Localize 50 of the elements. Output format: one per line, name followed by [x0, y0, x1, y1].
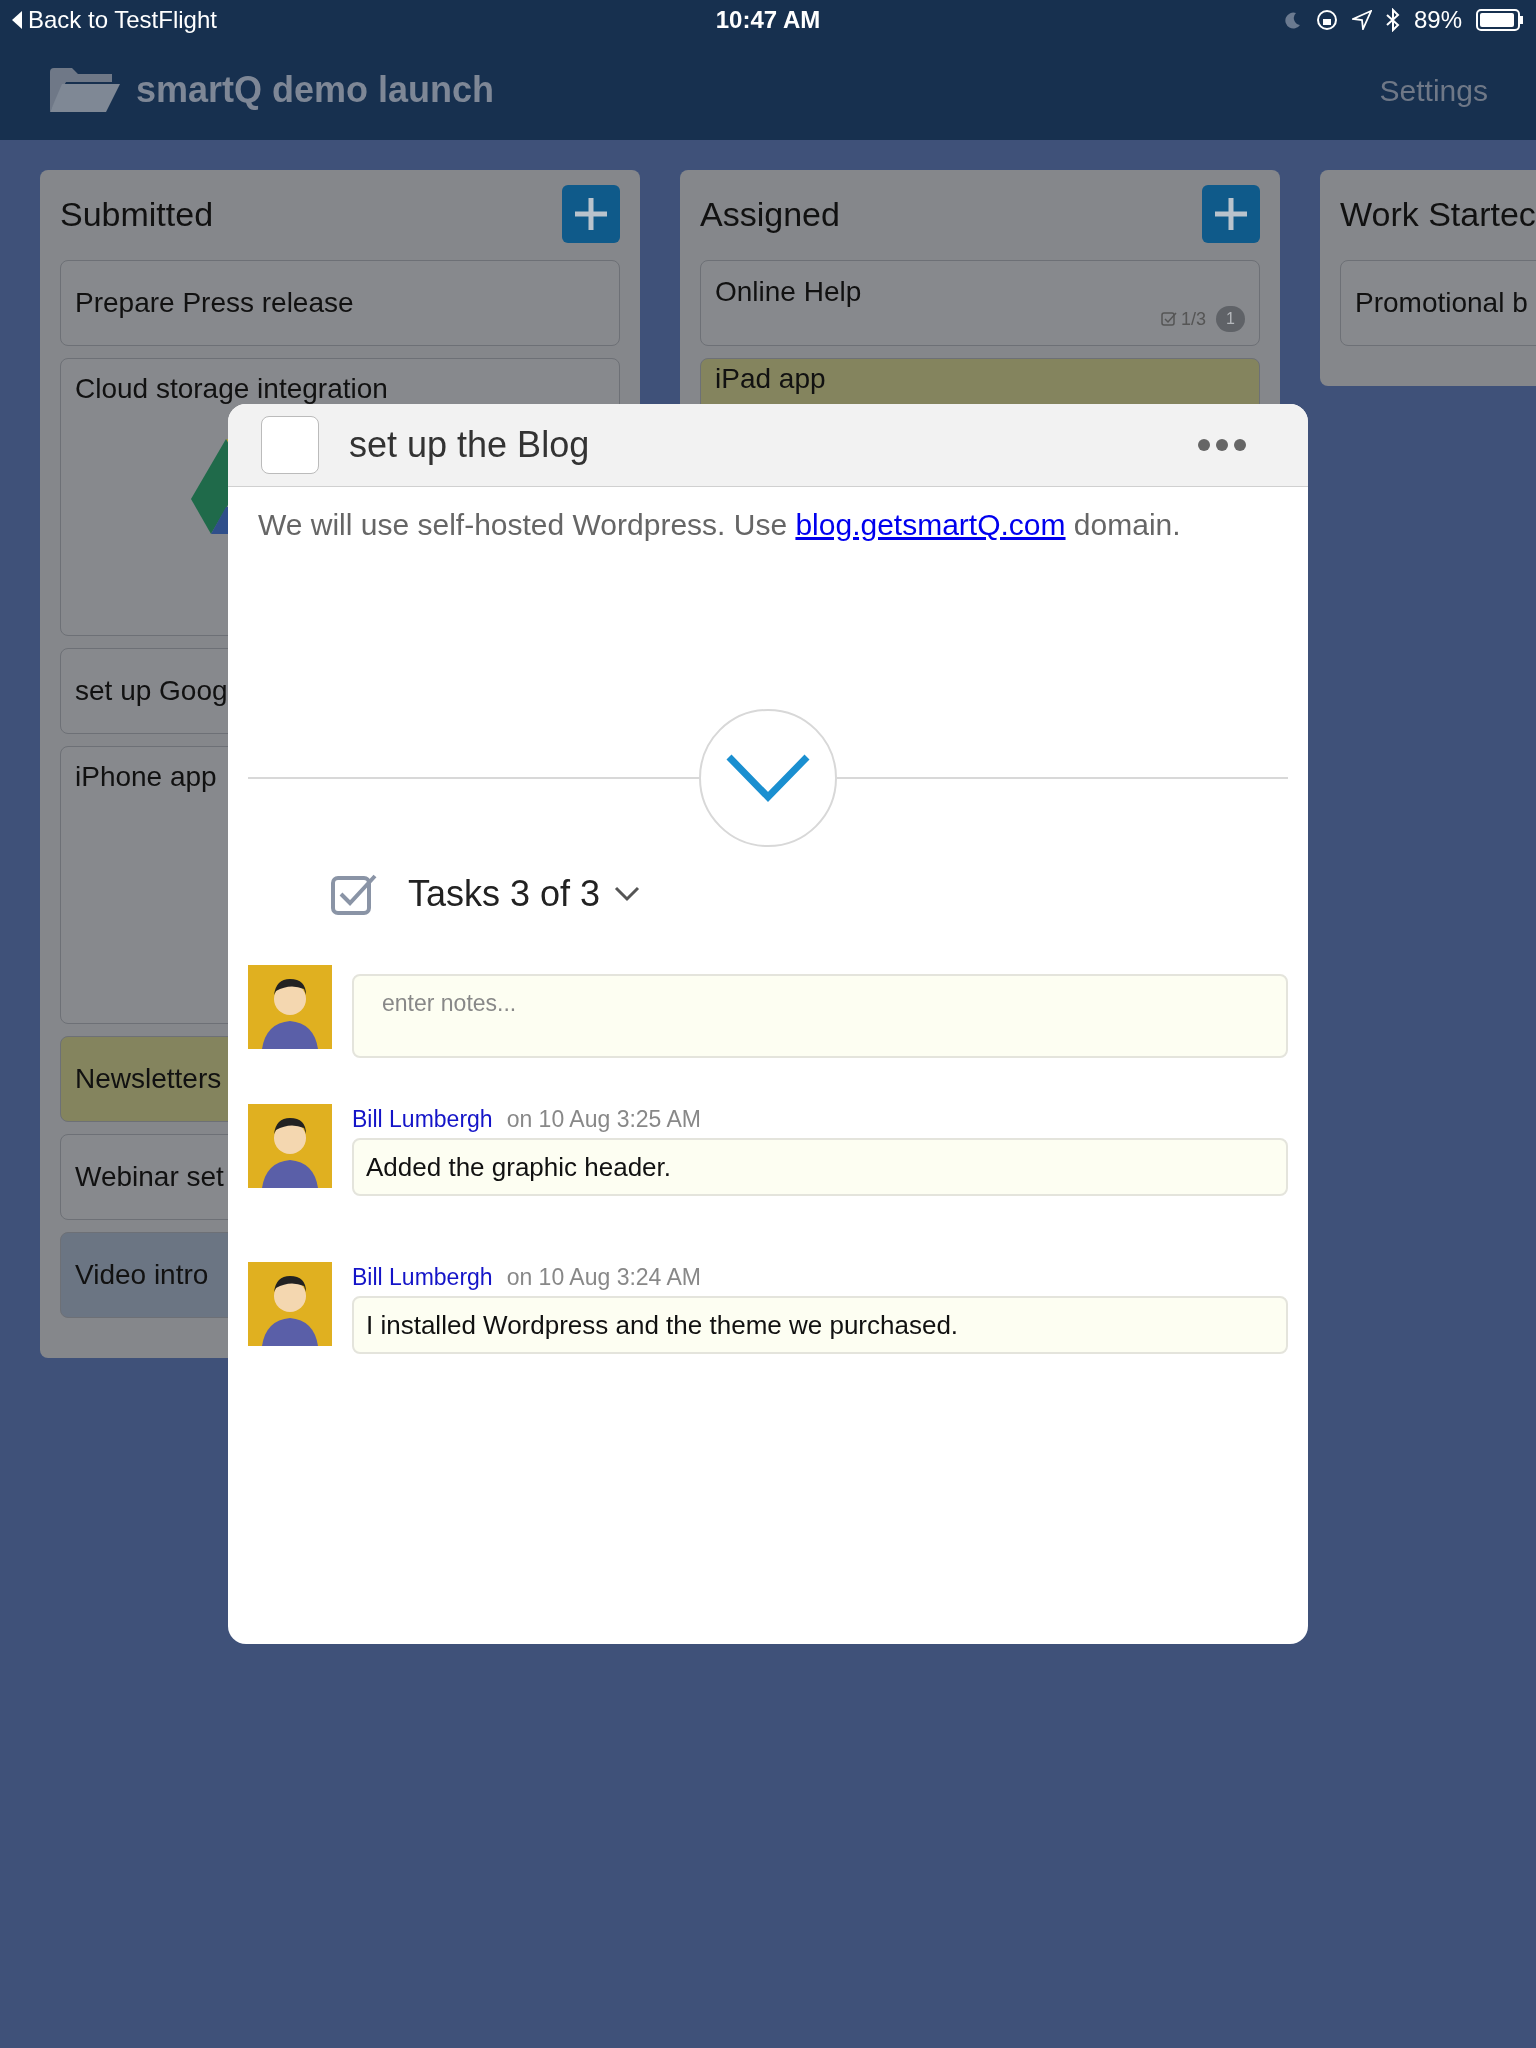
battery-icon — [1476, 9, 1524, 31]
card-title: Video intro — [75, 1258, 209, 1292]
comment-author[interactable]: Bill Lumbergh — [352, 1104, 493, 1134]
checklist-icon — [330, 872, 378, 916]
card-title: Webinar set — [75, 1160, 224, 1194]
back-link[interactable]: Back to TestFlight — [28, 2, 217, 38]
blog-link[interactable]: blog.getsmartQ.com — [795, 508, 1066, 541]
comment-text: Added the graphic header. — [352, 1138, 1288, 1196]
card-title: Newsletters — [75, 1062, 222, 1096]
task-card[interactable]: Online Help 1/3 1 — [700, 260, 1260, 346]
card-title: Promotional b — [1355, 286, 1528, 320]
notes-field[interactable]: enter notes... — [352, 974, 1288, 1058]
battery-percent: 89% — [1413, 5, 1462, 35]
column-title: Work Startec — [1340, 193, 1536, 235]
card-title: Online Help — [715, 274, 862, 309]
clock: 10:47 AM — [715, 5, 821, 35]
moon-icon — [1283, 11, 1302, 29]
comment-time: on 10 Aug 3:24 AM — [506, 1263, 702, 1292]
add-button[interactable] — [1202, 185, 1260, 243]
chevron-down-icon[interactable] — [614, 886, 641, 902]
card-title: iPad app — [715, 362, 826, 396]
plus-icon — [573, 196, 609, 232]
card-title: set up Goog — [75, 674, 228, 708]
add-button[interactable] — [562, 185, 620, 243]
column-title: Submitted — [60, 193, 214, 235]
rotation-lock-icon — [1315, 9, 1338, 31]
tasks-toggle[interactable]: Tasks 3 of 3 — [408, 867, 601, 921]
card-title: Prepare Press release — [75, 286, 354, 320]
task-title: set up the Blog — [349, 423, 590, 467]
location-icon — [1351, 10, 1372, 30]
more-icon[interactable] — [1197, 438, 1247, 452]
task-description: We will use self-hosted Wordpress. Use blog.getsmartQ.com domain. — [257, 507, 1182, 543]
card-title: iPhone app — [75, 760, 217, 794]
task-count: 1/3 — [1181, 307, 1207, 331]
project-title: smartQ demo launch — [136, 68, 495, 112]
comment-count: 1 — [1216, 306, 1245, 332]
chevron-down-icon — [725, 753, 811, 803]
bluetooth-icon — [1385, 8, 1400, 32]
task-checkbox[interactable] — [261, 416, 319, 474]
column-title: Assigned — [700, 193, 840, 235]
comment-time: on 10 Aug 3:25 AM — [506, 1105, 702, 1134]
task-card[interactable]: Prepare Press release — [60, 260, 620, 346]
task-card[interactable]: Promotional b — [1340, 260, 1536, 346]
back-icon[interactable] — [12, 11, 22, 29]
checkbox-icon — [1161, 311, 1178, 327]
comment-text: I installed Wordpress and the theme we purchased. — [352, 1296, 1288, 1354]
card-title: Cloud storage integration — [75, 372, 388, 406]
folder-icon — [48, 66, 122, 114]
plus-icon — [1213, 196, 1249, 232]
comment-author[interactable]: Bill Lumbergh — [352, 1262, 493, 1292]
